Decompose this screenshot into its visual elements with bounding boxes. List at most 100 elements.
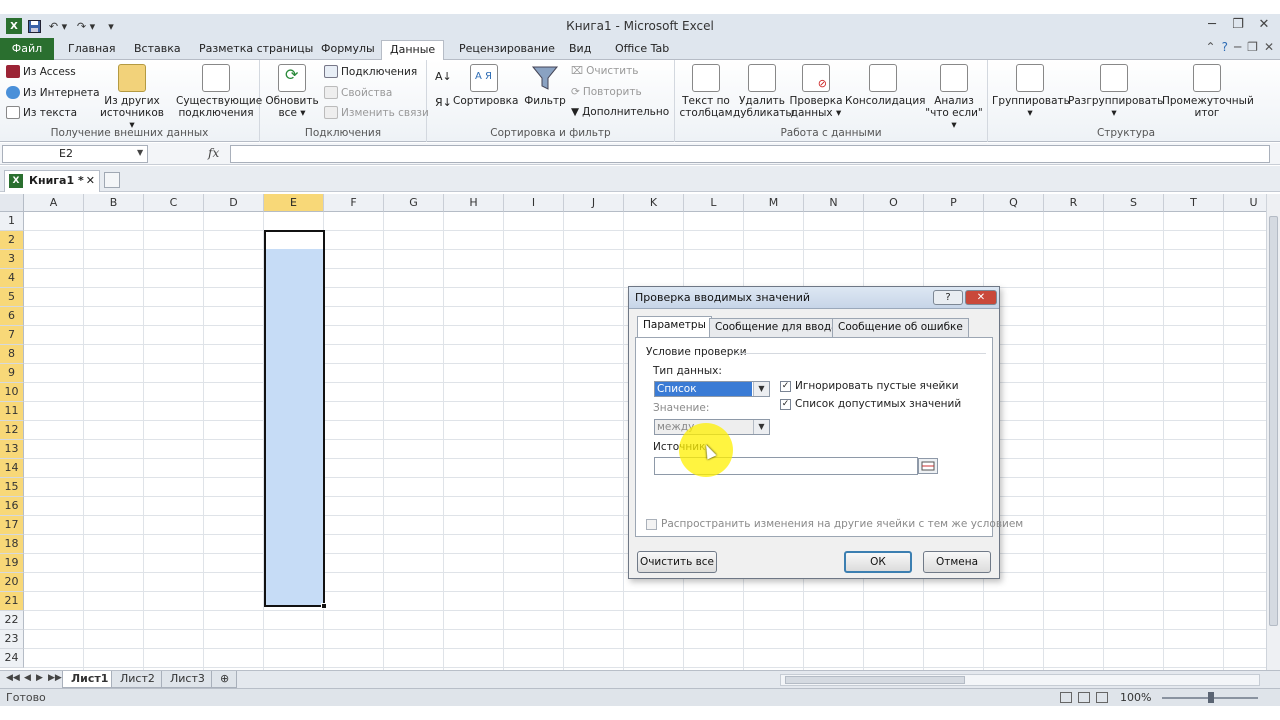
column-header[interactable]: N bbox=[804, 194, 864, 212]
tab-insert[interactable]: Вставка bbox=[126, 40, 189, 60]
vertical-scroll-thumb[interactable] bbox=[1269, 216, 1278, 626]
row-header[interactable]: 12 bbox=[0, 421, 24, 440]
close-button[interactable]: ✕ bbox=[1252, 16, 1276, 34]
horizontal-scroll-thumb[interactable] bbox=[785, 676, 965, 684]
column-header[interactable]: R bbox=[1044, 194, 1104, 212]
row-header[interactable]: 2 bbox=[0, 231, 24, 250]
new-document-icon[interactable] bbox=[104, 172, 120, 188]
maximize-button[interactable]: ❐ bbox=[1226, 16, 1250, 34]
close-tab-icon[interactable]: ✕ bbox=[86, 171, 95, 191]
row-header[interactable]: 17 bbox=[0, 516, 24, 535]
from-access-button[interactable]: Из Access bbox=[6, 65, 76, 78]
column-header[interactable]: L bbox=[684, 194, 744, 212]
window-restore-icon[interactable]: ❐ bbox=[1247, 40, 1258, 58]
row-header[interactable]: 8 bbox=[0, 345, 24, 364]
vertical-scrollbar[interactable] bbox=[1266, 194, 1280, 670]
from-text-button[interactable]: Из текста bbox=[6, 106, 77, 119]
subtotal-button[interactable]: Промежуточный итог bbox=[1162, 64, 1254, 119]
text-to-columns-button[interactable]: Текст по столбцам bbox=[679, 64, 733, 119]
row-header[interactable]: 22 bbox=[0, 611, 24, 630]
tab-page-layout[interactable]: Разметка страницы bbox=[191, 40, 321, 60]
sort-button[interactable]: А Я Сортировка bbox=[453, 64, 518, 107]
existing-connections-button[interactable]: Существующие подключения bbox=[176, 64, 262, 119]
column-header[interactable]: P bbox=[924, 194, 984, 212]
sheet-tab-1[interactable]: Лист1 bbox=[62, 671, 118, 688]
row-header[interactable]: 11 bbox=[0, 402, 24, 421]
fill-handle[interactable] bbox=[321, 603, 327, 609]
last-sheet-icon[interactable]: ▶▶ bbox=[48, 673, 62, 683]
advanced-filter-button[interactable]: ▼ Дополнительно bbox=[571, 106, 669, 118]
insert-function-icon[interactable]: fx bbox=[208, 146, 219, 160]
formula-input[interactable] bbox=[230, 145, 1270, 163]
consolidate-button[interactable]: Консолидация bbox=[845, 64, 925, 107]
edit-links-button[interactable]: Изменить связи bbox=[324, 106, 429, 119]
tab-home[interactable]: Главная bbox=[60, 40, 124, 60]
column-header[interactable]: C bbox=[144, 194, 204, 212]
zoom-level[interactable]: 100% bbox=[1120, 691, 1151, 704]
tab-data[interactable]: Данные bbox=[381, 40, 445, 61]
column-header[interactable]: E bbox=[264, 194, 324, 212]
column-header[interactable]: I bbox=[504, 194, 564, 212]
column-header[interactable]: M bbox=[744, 194, 804, 212]
column-header[interactable]: D bbox=[204, 194, 264, 212]
window-minimize-icon[interactable]: ─ bbox=[1234, 40, 1241, 58]
sheet-tab-2[interactable]: Лист2 bbox=[111, 671, 164, 688]
refresh-all-button[interactable]: ⟳ Обновить все ▾ bbox=[264, 64, 320, 119]
sheet-tab-3[interactable]: Лист3 bbox=[161, 671, 214, 688]
filter-button[interactable]: Фильтр bbox=[523, 64, 567, 107]
first-sheet-icon[interactable]: ◀◀ bbox=[6, 673, 20, 683]
column-header[interactable]: K bbox=[624, 194, 684, 212]
reapply-button[interactable]: ⟳ Повторить bbox=[571, 86, 642, 98]
row-header[interactable]: 20 bbox=[0, 573, 24, 592]
column-header[interactable]: Q bbox=[984, 194, 1044, 212]
row-header[interactable]: 3 bbox=[0, 250, 24, 269]
tab-file[interactable]: Файл bbox=[0, 38, 54, 60]
doc-tab-book1[interactable]: X Книга1 * ✕ bbox=[4, 170, 100, 192]
column-header[interactable]: F bbox=[324, 194, 384, 212]
data-validation-button[interactable]: ⊘ Проверка данных ▾ bbox=[789, 64, 843, 119]
dialog-tab-input-message[interactable]: Сообщение для ввода bbox=[709, 318, 844, 337]
tab-formulas[interactable]: Формулы bbox=[313, 40, 383, 60]
minimize-button[interactable]: ─ bbox=[1200, 16, 1224, 34]
from-web-button[interactable]: Из Интернета bbox=[6, 86, 100, 99]
cancel-button[interactable]: Отмена bbox=[923, 551, 991, 573]
row-header[interactable]: 4 bbox=[0, 269, 24, 288]
data-type-select[interactable]: Список ▼ bbox=[654, 381, 770, 397]
page-break-view-icon[interactable] bbox=[1096, 692, 1108, 703]
dialog-help-button[interactable]: ? bbox=[933, 290, 963, 305]
row-header[interactable]: 16 bbox=[0, 497, 24, 516]
apply-all-checkbox[interactable] bbox=[646, 519, 657, 530]
row-header[interactable]: 19 bbox=[0, 554, 24, 573]
column-header[interactable]: H bbox=[444, 194, 504, 212]
collapse-ribbon-icon[interactable]: ⌃ bbox=[1206, 40, 1216, 58]
ungroup-button[interactable]: Разгруппировать ▾ bbox=[1068, 64, 1163, 119]
zoom-slider-knob[interactable] bbox=[1208, 692, 1214, 703]
row-header[interactable]: 6 bbox=[0, 307, 24, 326]
what-if-analysis-button[interactable]: Анализ "что если" ▾ bbox=[923, 64, 985, 131]
tab-office-tab[interactable]: Office Tab bbox=[607, 40, 677, 60]
row-header[interactable]: 1 bbox=[0, 212, 24, 231]
row-header[interactable]: 10 bbox=[0, 383, 24, 402]
row-header[interactable]: 7 bbox=[0, 326, 24, 345]
window-close-icon[interactable]: ✕ bbox=[1264, 40, 1274, 58]
dialog-close-button[interactable]: ✕ bbox=[965, 290, 997, 305]
dialog-tab-settings[interactable]: Параметры bbox=[637, 316, 712, 338]
column-header[interactable]: G bbox=[384, 194, 444, 212]
row-header[interactable]: 21 bbox=[0, 592, 24, 611]
prev-sheet-icon[interactable]: ◀ bbox=[24, 673, 31, 683]
insert-sheet-icon[interactable]: ⊕ bbox=[211, 671, 237, 688]
remove-duplicates-button[interactable]: Удалить дубликаты bbox=[733, 64, 794, 119]
ignore-blank-checkbox[interactable]: ✓ bbox=[780, 381, 791, 392]
name-box[interactable]: E2 bbox=[2, 145, 148, 163]
dialog-tab-error-alert[interactable]: Сообщение об ошибке bbox=[832, 318, 969, 337]
properties-button[interactable]: Свойства bbox=[324, 86, 392, 99]
normal-view-icon[interactable] bbox=[1060, 692, 1072, 703]
clear-filter-button[interactable]: ⌧ Очистить bbox=[571, 65, 638, 77]
column-header[interactable]: J bbox=[564, 194, 624, 212]
help-icon[interactable]: ? bbox=[1222, 40, 1228, 58]
row-header[interactable]: 13 bbox=[0, 440, 24, 459]
in-cell-dropdown-checkbox[interactable]: ✓ bbox=[780, 399, 791, 410]
group-button[interactable]: Группировать ▾ bbox=[992, 64, 1070, 119]
row-header[interactable]: 24 bbox=[0, 649, 24, 668]
connections-button[interactable]: Подключения bbox=[324, 65, 417, 78]
